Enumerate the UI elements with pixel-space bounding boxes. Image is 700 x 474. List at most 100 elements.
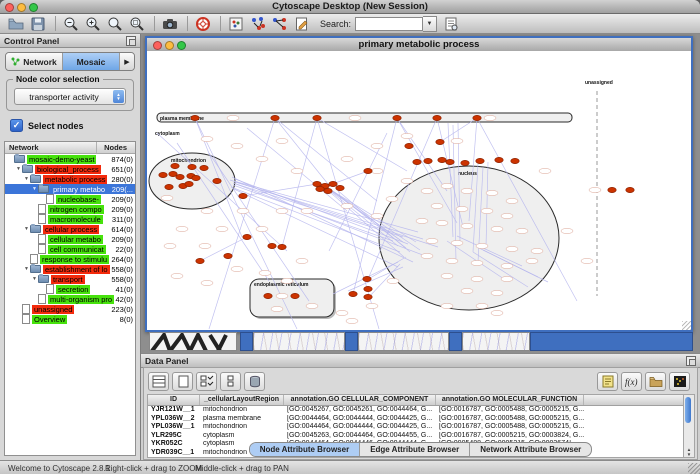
network-node[interactable] — [185, 181, 193, 186]
layout-nodes-icon[interactable] — [248, 15, 268, 33]
table-row[interactable]: YPL036W__2plasma membrane[GO:0044464, GO… — [148, 415, 683, 424]
tree-row[interactable]: Overview8(0) — [5, 314, 135, 324]
tree-row[interactable]: ▼metabolic process280(0) — [5, 174, 135, 184]
search-options-icon[interactable] — [441, 15, 461, 33]
tree-row[interactable]: cell communicat22(0) — [5, 244, 135, 254]
tree-expand-arrow-icon[interactable]: ▼ — [31, 276, 38, 282]
app-resize-grip[interactable] — [688, 463, 700, 474]
network-node[interactable] — [176, 174, 184, 179]
network-node[interactable] — [159, 172, 167, 177]
network-node[interactable] — [278, 244, 286, 249]
network-node[interactable] — [364, 294, 372, 299]
attribute-notes-icon[interactable] — [597, 372, 618, 391]
delete-attribute-icon[interactable] — [244, 372, 265, 391]
network-node[interactable] — [271, 115, 279, 120]
tree-header-network[interactable]: Network — [5, 142, 97, 153]
network-node[interactable] — [200, 165, 208, 170]
new-attribute-icon[interactable] — [172, 372, 193, 391]
tree-expand-arrow-icon[interactable]: ▼ — [23, 226, 30, 232]
tree-row[interactable]: ▼establishment of lo558(0) — [5, 264, 135, 274]
tab-mosaic[interactable]: Mosaic — [63, 53, 120, 70]
table-row[interactable]: YLR295Ccytoplasm[GO:0045263, GO:0044464,… — [148, 432, 683, 441]
snapshot-camera-icon[interactable] — [160, 15, 180, 33]
tree-row[interactable]: nitrogen compo209(0) — [5, 204, 135, 214]
background-window-thumbnail[interactable] — [149, 332, 237, 351]
open-folder-icon[interactable] — [6, 15, 26, 33]
float-panel-icon[interactable] — [686, 356, 696, 366]
network-node[interactable] — [424, 158, 432, 163]
network-node[interactable] — [264, 293, 272, 298]
network-node[interactable] — [188, 164, 196, 169]
tree-row[interactable]: mosaic-demo-yeast874(0) — [5, 154, 135, 164]
tree-row[interactable]: ▼transport558(0) — [5, 274, 135, 284]
network-node[interactable] — [405, 143, 413, 148]
help-lifering-icon[interactable] — [193, 15, 213, 33]
zoom-in-icon[interactable] — [83, 15, 103, 33]
network-node[interactable] — [438, 157, 446, 162]
network-node[interactable] — [324, 188, 332, 193]
unselect-attributes-icon[interactable] — [220, 372, 241, 391]
tree-row[interactable]: cellular metabo209(0) — [5, 234, 135, 244]
browser-tab[interactable]: Network Attribute Browser — [470, 443, 591, 456]
network-node[interactable] — [239, 193, 247, 198]
tab-overflow-button[interactable]: ▶ — [120, 53, 134, 70]
column-header[interactable]: annotation.GO CELLULAR_COMPONENT — [284, 395, 436, 405]
background-window-thumbnail[interactable] — [253, 332, 345, 351]
search-input[interactable] — [355, 17, 423, 31]
tree-row[interactable]: nucleobase-209(0) — [5, 194, 135, 204]
matrix-view-icon[interactable] — [669, 372, 690, 391]
network-node[interactable] — [608, 187, 616, 192]
table-row[interactable]: YJR121W__1mitochondrion[GO:0045267, GO:0… — [148, 406, 683, 415]
zoom-out-icon[interactable] — [61, 15, 81, 33]
network-node[interactable] — [192, 175, 200, 180]
network-node[interactable] — [171, 163, 179, 168]
browser-tab[interactable]: Edge Attribute Browser — [360, 443, 470, 456]
network-node[interactable] — [213, 178, 221, 183]
tree-row[interactable]: macromolecule311(0) — [5, 214, 135, 224]
network-node[interactable] — [224, 253, 232, 258]
network-window-title-bar[interactable]: primary metabolic process — [147, 38, 691, 52]
network-node[interactable] — [473, 115, 481, 120]
background-window-edge[interactable] — [345, 332, 358, 351]
network-node[interactable] — [364, 168, 372, 173]
network-node[interactable] — [313, 181, 321, 186]
network-node[interactable] — [363, 276, 371, 281]
select-nodes-checkbox[interactable]: ✓ — [10, 119, 23, 132]
tree-row[interactable]: unassigned223(0) — [5, 304, 135, 314]
network-canvas[interactable]: plasma membrane cytoplasm mitochondrion … — [147, 51, 691, 330]
network-node[interactable] — [268, 243, 276, 248]
network-node[interactable] — [393, 115, 401, 120]
background-window-edge[interactable] — [240, 332, 253, 351]
tree-expand-arrow-icon[interactable]: ▼ — [31, 186, 38, 192]
background-window-edge[interactable] — [530, 332, 693, 351]
float-panel-icon[interactable] — [126, 36, 136, 46]
formula-builder-icon[interactable]: f(x) — [621, 372, 642, 391]
tree-row[interactable]: secretion41(0) — [5, 284, 135, 294]
layout-edges-icon[interactable] — [270, 15, 290, 33]
background-window-thumbnail[interactable] — [462, 332, 530, 351]
tree-expand-arrow-icon[interactable]: ▼ — [23, 176, 30, 182]
network-node[interactable] — [165, 184, 173, 189]
network-node[interactable] — [349, 291, 357, 296]
network-node[interactable] — [191, 115, 199, 120]
tree-row[interactable]: ▼biological_process651(0) — [5, 164, 135, 174]
network-node[interactable] — [291, 293, 299, 298]
network-node[interactable] — [243, 234, 251, 239]
tree-expand-arrow-icon[interactable]: ▼ — [15, 166, 22, 172]
save-icon[interactable] — [28, 15, 48, 33]
column-header[interactable]: annotation.GO MOLECULAR_FUNCTION — [436, 395, 584, 405]
network-node[interactable] — [433, 115, 441, 120]
network-node[interactable] — [364, 286, 372, 291]
window-resize-grip[interactable] — [682, 321, 691, 330]
tree-header-nodes[interactable]: Nodes — [97, 142, 135, 153]
network-node[interactable] — [313, 115, 321, 120]
column-header[interactable]: ID — [148, 395, 200, 405]
import-attributes-icon[interactable] — [645, 372, 666, 391]
zoom-selected-icon[interactable] — [105, 15, 125, 33]
select-attributes-icon[interactable] — [196, 372, 217, 391]
network-node[interactable] — [626, 187, 634, 192]
network-node[interactable] — [336, 185, 344, 190]
node-color-dropdown[interactable]: transporter activity ▲▼ — [14, 88, 126, 105]
edit-network-icon[interactable] — [292, 15, 312, 33]
scrollbar-thumb[interactable] — [685, 397, 691, 423]
